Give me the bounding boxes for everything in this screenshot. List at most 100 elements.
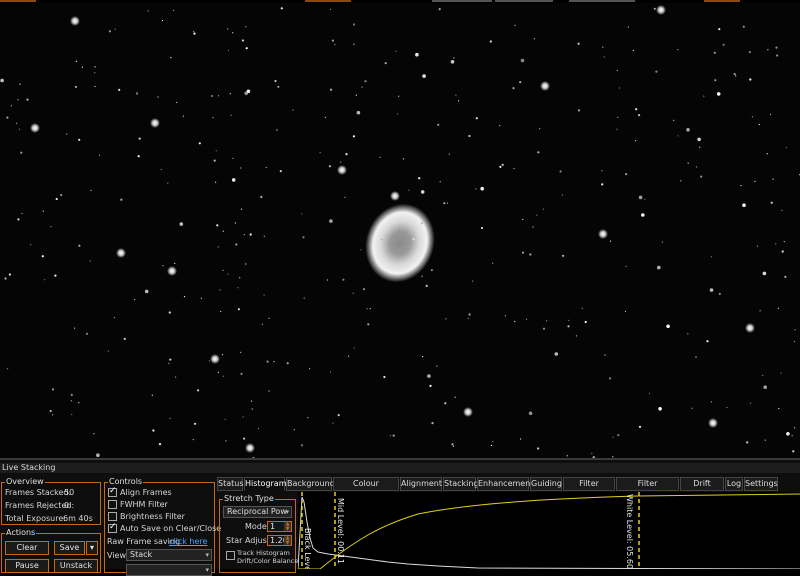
star	[475, 188, 477, 190]
chevron-down-icon: ▾	[205, 551, 209, 559]
view-select[interactable]: Stack ▾	[126, 549, 212, 561]
fwhm-filter-label: FWHM Filter	[120, 500, 168, 509]
star	[107, 350, 109, 352]
star	[467, 317, 469, 319]
tab-enhancement[interactable]: Enhancement	[477, 477, 533, 491]
star	[8, 273, 11, 276]
star	[16, 122, 18, 124]
save-button[interactable]: Save	[54, 541, 85, 555]
star	[360, 249, 362, 251]
toolbar-segment[interactable]	[305, 0, 351, 2]
star	[540, 81, 550, 91]
star	[775, 46, 778, 49]
star	[422, 74, 426, 78]
star	[402, 158, 404, 160]
star	[239, 277, 241, 279]
star	[219, 289, 221, 291]
star	[245, 443, 255, 453]
tab-filter-fwhm[interactable]: Filter (FWHM)	[563, 477, 615, 500]
star	[74, 85, 77, 88]
tab-drift-graph[interactable]: Drift Graph	[680, 477, 724, 500]
tab-background[interactable]: Background	[286, 477, 335, 491]
star	[75, 60, 77, 63]
tab-colour-calibration[interactable]: Colour Calibration	[333, 477, 399, 500]
star-field-image	[0, 5, 800, 458]
star	[537, 447, 540, 450]
star	[429, 384, 432, 387]
toolbar-segment[interactable]	[569, 0, 635, 2]
star	[245, 26, 247, 28]
tab-settings[interactable]: Settings	[744, 477, 778, 491]
star	[6, 116, 9, 119]
star	[420, 222, 423, 225]
star	[601, 236, 603, 238]
star	[42, 210, 44, 212]
star	[231, 178, 236, 182]
star	[567, 325, 570, 328]
star	[609, 240, 612, 242]
tab-log[interactable]: Log	[725, 477, 743, 491]
star	[302, 236, 305, 239]
star	[421, 275, 423, 277]
mode-label: Mode	[245, 522, 267, 531]
star	[60, 193, 63, 197]
star	[94, 72, 96, 74]
tab-status[interactable]: Status	[217, 477, 244, 491]
star	[635, 108, 638, 111]
star-adjust-stepper[interactable]: 1.20 ▲ ▼	[267, 535, 292, 546]
spin-arrows-icon[interactable]: ▲ ▼	[284, 536, 291, 545]
toolbar-segment[interactable]	[432, 0, 492, 2]
pause-button[interactable]: Pause	[5, 559, 49, 573]
star	[763, 385, 767, 390]
tab-stacking[interactable]: Stacking	[443, 477, 479, 491]
star	[656, 5, 666, 15]
auto-save-checkbox[interactable]	[108, 522, 117, 533]
star	[161, 19, 164, 22]
tab-guiding[interactable]: Guiding	[530, 477, 562, 491]
star	[144, 289, 149, 294]
save-options-button[interactable]: ▾	[86, 541, 98, 555]
track-histogram-checkbox[interactable]	[226, 551, 235, 560]
tab-alignment[interactable]: Alignment	[400, 477, 442, 491]
star	[769, 113, 772, 115]
star	[369, 308, 371, 310]
star	[364, 80, 367, 83]
tab-filter-brightness[interactable]: Filter (Brightness)	[616, 477, 679, 500]
toolbar-segment[interactable]	[704, 0, 740, 2]
star	[20, 151, 23, 154]
star	[791, 435, 793, 437]
star	[174, 262, 176, 264]
histogram-curve	[298, 496, 800, 569]
star	[451, 443, 454, 446]
unstack-button[interactable]: Unstack	[54, 559, 98, 573]
stacked-image-view[interactable]	[0, 3, 800, 458]
star	[340, 161, 342, 163]
second-select[interactable]: ▾	[126, 564, 212, 576]
toolbar-segment[interactable]	[495, 0, 553, 2]
mode-stepper[interactable]: 1 ▲ ▼	[267, 521, 292, 532]
brightness-filter-checkbox[interactable]	[108, 512, 117, 521]
histogram-graph[interactable]: Black Level Mid Level: 00.11 White Level…	[298, 492, 800, 569]
star	[356, 110, 361, 115]
star	[113, 316, 115, 319]
spin-arrows-icon[interactable]: ▲ ▼	[284, 522, 291, 531]
star	[198, 142, 201, 145]
star	[162, 265, 164, 267]
toolbar-segment[interactable]	[0, 0, 36, 2]
clear-button[interactable]: Clear	[5, 541, 49, 555]
star	[245, 47, 248, 50]
star	[577, 42, 580, 45]
frames-stacked-label: Frames Stacked:	[5, 488, 72, 497]
live-stacking-panel: Live Stacking Overview Frames Stacked: 5…	[0, 458, 800, 576]
star	[767, 49, 769, 51]
stretch-type-select[interactable]: Reciprocal Pow ▾	[223, 506, 292, 518]
star	[167, 182, 169, 184]
star	[445, 318, 447, 320]
raw-frame-link[interactable]: click here	[169, 537, 207, 547]
tab-histogram[interactable]: Histogram	[244, 477, 287, 491]
fwhm-filter-checkbox[interactable]	[108, 500, 117, 509]
star	[740, 185, 742, 187]
align-frames-checkbox[interactable]	[108, 486, 117, 497]
star	[499, 125, 501, 127]
star	[632, 49, 634, 52]
